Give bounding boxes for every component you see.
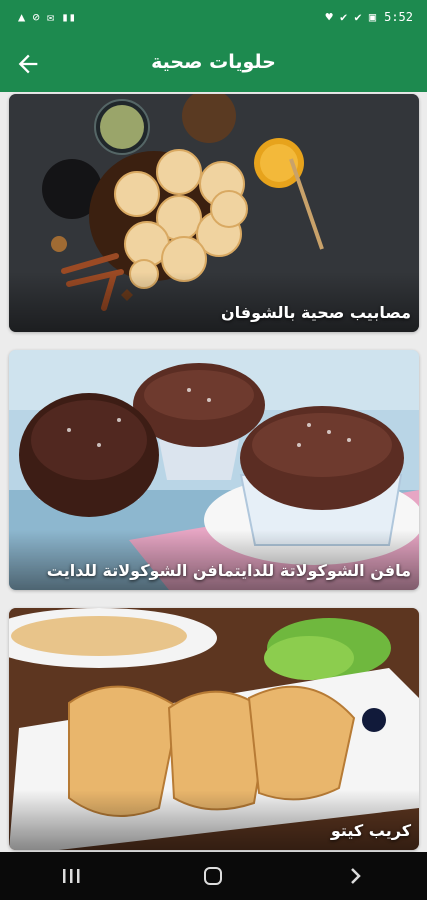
recent-apps-button[interactable] <box>51 861 91 891</box>
card-shade <box>9 530 419 590</box>
recipe-card-chocolate-muffin[interactable]: مافن الشوكولاتة للدايتمافن الشوكولاتة لل… <box>9 350 419 590</box>
status-right: ♥ ✔ ✔ ▣ 5:52 <box>326 10 413 24</box>
recipe-list: مصابيب صحية بالشوفان مافن الشوكولاتة للد… <box>0 92 427 852</box>
system-nav-bar <box>0 852 427 900</box>
status-time: 5:52 <box>384 10 413 24</box>
card-shade <box>9 790 419 850</box>
recipe-card-keto-crepe[interactable]: كريب كيتو <box>9 608 419 850</box>
back-chevron-icon <box>350 868 361 884</box>
recent-apps-icon <box>63 869 80 883</box>
page-title: حلويات صحية <box>151 51 276 73</box>
card-shade <box>9 272 419 332</box>
recipe-title: مافن الشوكولاتة للدايتمافن الشوكولاتة لل… <box>46 561 411 580</box>
status-left-icons: ▲ ⊘ ✉ ▮▮ <box>18 10 76 24</box>
recipe-card-oat-pancakes[interactable]: مصابيب صحية بالشوفان <box>9 94 419 332</box>
status-icons: ♥ ✔ ✔ ▣ <box>325 10 377 24</box>
status-bar: ▲ ⊘ ✉ ▮▮ ♥ ✔ ✔ ▣ 5:52 <box>0 0 427 36</box>
home-icon <box>204 867 223 885</box>
recipe-title: كريب كيتو <box>330 821 411 840</box>
back-nav-button[interactable] <box>336 861 376 891</box>
recipe-title: مصابيب صحية بالشوفان <box>221 303 411 322</box>
app-bar: حلويات صحية <box>0 36 427 92</box>
home-button[interactable] <box>193 861 233 891</box>
